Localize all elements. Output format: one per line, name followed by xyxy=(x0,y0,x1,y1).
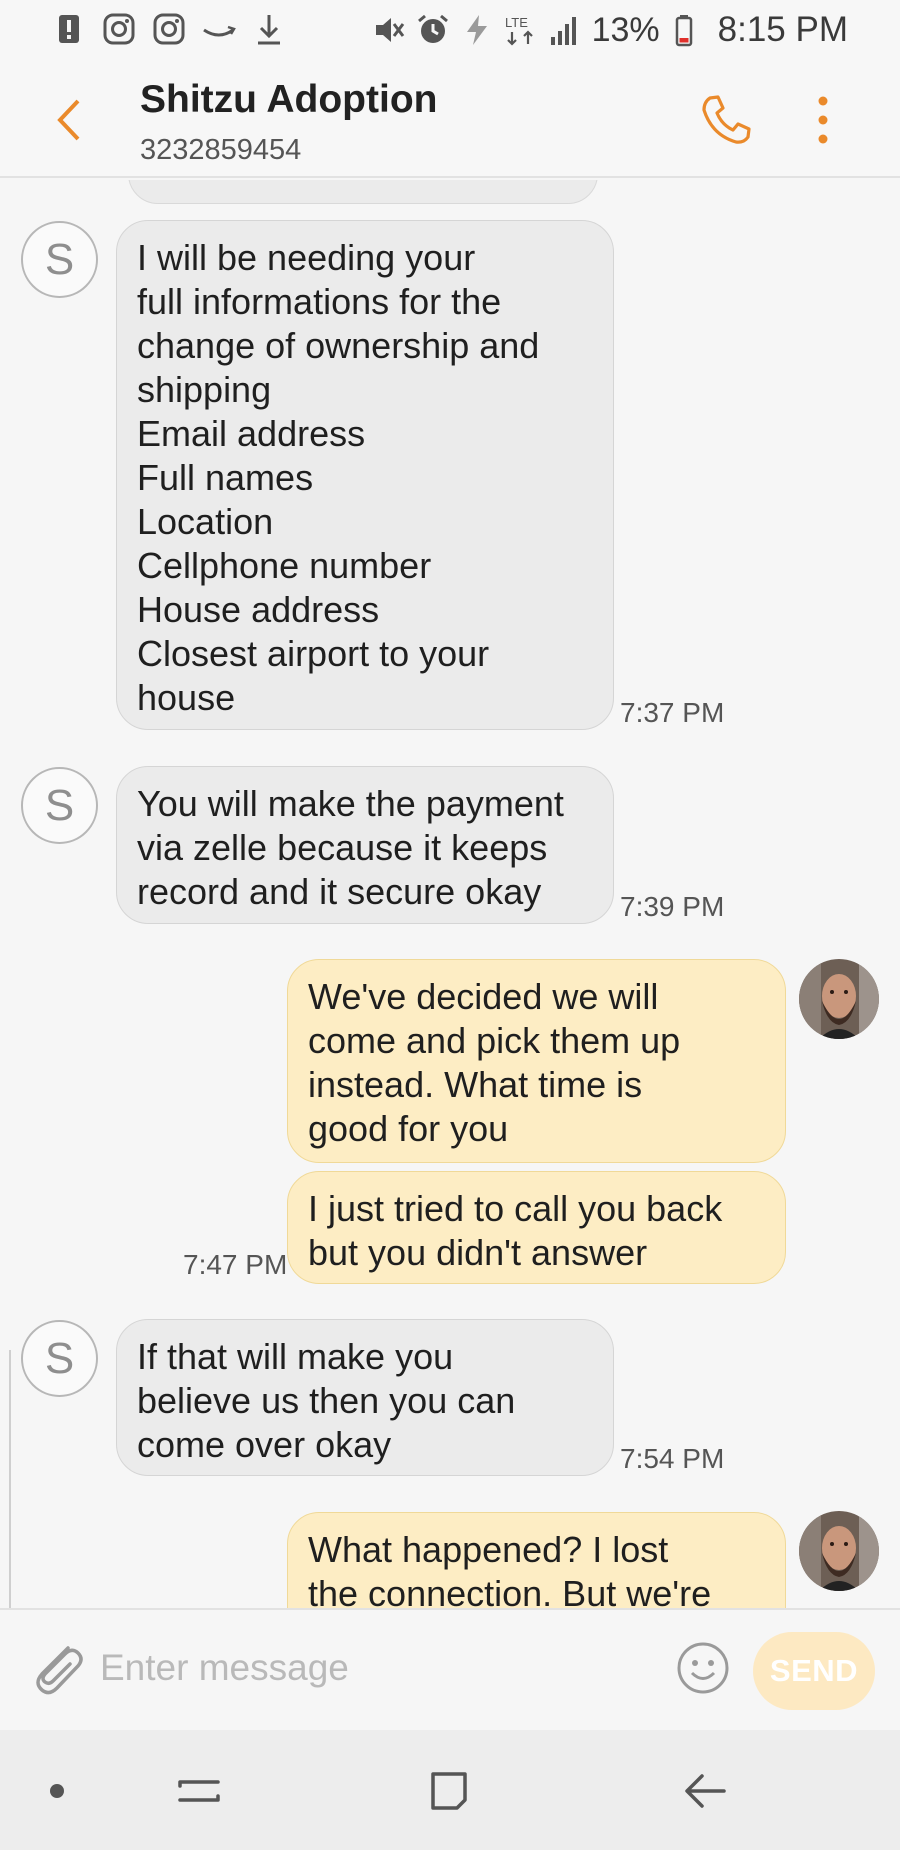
paperclip-icon xyxy=(36,1646,83,1695)
more-options-button[interactable] xyxy=(808,92,838,148)
flash-icon xyxy=(460,13,494,47)
message-composer: SEND xyxy=(0,1608,900,1728)
conversation-header: Shitzu Adoption 3232859454 xyxy=(0,60,900,178)
contact-number: 3232859454 xyxy=(140,134,302,166)
message-bubble-outgoing[interactable]: What happened? I lost the connection. Bu… xyxy=(287,1512,786,1608)
download-icon xyxy=(252,12,286,46)
signal-icon xyxy=(548,13,582,47)
avatar[interactable]: S xyxy=(21,221,98,298)
message-timestamp: 7:37 PM xyxy=(620,697,725,728)
battery-icon xyxy=(670,13,704,47)
message-bubble-outgoing[interactable]: We've decided we will come and pick them… xyxy=(287,959,786,1163)
alert-icon xyxy=(52,12,86,46)
instagram-icon xyxy=(152,12,186,46)
lte-icon: LTE xyxy=(504,13,538,47)
battery-percent: 13% xyxy=(591,10,660,49)
alarm-icon xyxy=(416,13,450,47)
avatar[interactable] xyxy=(799,959,879,1039)
message-timestamp: 7:54 PM xyxy=(620,1443,725,1474)
message-bubble-incoming[interactable]: If that will make you believe us then yo… xyxy=(116,1319,614,1476)
recent-apps-button[interactable] xyxy=(174,1766,224,1816)
clock: 8:15 PM xyxy=(717,10,848,49)
recent-apps-icon xyxy=(178,1780,220,1802)
system-navigation-bar xyxy=(0,1730,900,1850)
dot-icon xyxy=(50,1784,64,1798)
back-nav-button[interactable] xyxy=(680,1766,730,1816)
status-bar: LTE 13% 8:15 PM xyxy=(0,0,900,60)
message-bubble-incoming[interactable]: I will be needing your full informations… xyxy=(116,220,614,730)
back-arrow-icon xyxy=(685,1774,726,1808)
chevron-left-icon xyxy=(57,99,80,141)
nav-dot-button[interactable] xyxy=(32,1766,82,1816)
emoji-button[interactable] xyxy=(675,1640,731,1696)
home-button[interactable] xyxy=(425,1766,475,1816)
message-list[interactable]: S I will be needing your full informatio… xyxy=(0,180,900,1608)
message-bubble-partial[interactable] xyxy=(128,180,598,204)
mute-icon xyxy=(372,13,406,47)
back-button[interactable] xyxy=(44,90,94,150)
send-button[interactable]: SEND xyxy=(753,1632,875,1710)
instagram-icon xyxy=(102,12,136,46)
call-button[interactable] xyxy=(698,92,754,148)
avatar[interactable]: S xyxy=(21,1320,98,1397)
message-bubble-outgoing[interactable]: I just tried to call you back but you di… xyxy=(287,1171,786,1284)
contact-name: Shitzu Adoption xyxy=(140,78,438,121)
message-bubble-incoming[interactable]: You will make the payment via zelle beca… xyxy=(116,766,614,924)
attach-button[interactable] xyxy=(28,1634,84,1698)
amazon-icon xyxy=(202,12,236,46)
phone-icon xyxy=(702,95,751,144)
avatar[interactable]: S xyxy=(21,767,98,844)
message-timestamp: 7:47 PM xyxy=(183,1249,288,1280)
home-icon xyxy=(431,1772,467,1810)
avatar[interactable] xyxy=(799,1511,879,1591)
message-timestamp: 7:39 PM xyxy=(620,891,725,922)
svg-text:LTE: LTE xyxy=(505,15,528,30)
more-vertical-icon xyxy=(818,96,828,144)
message-input[interactable] xyxy=(100,1638,650,1698)
smiley-icon xyxy=(677,1642,729,1694)
